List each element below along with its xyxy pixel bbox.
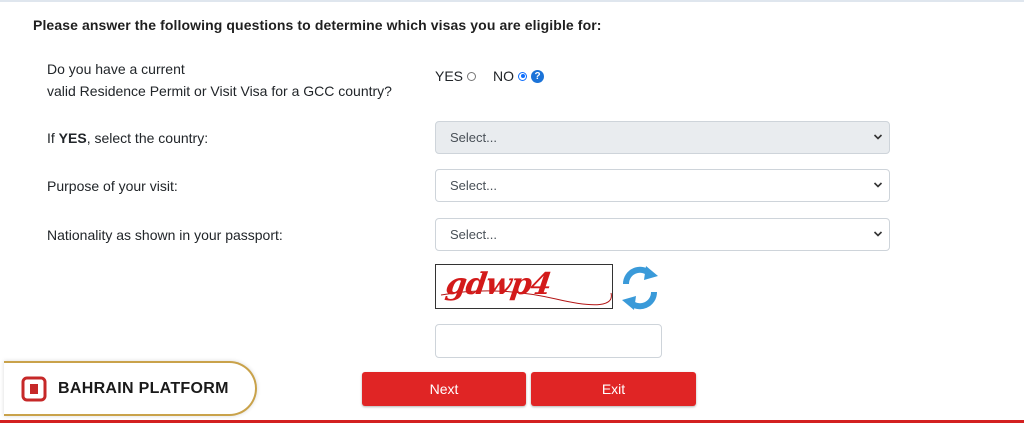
- gcc-question-label: Do you have a current valid Residence Pe…: [47, 58, 392, 102]
- no-label: NO: [493, 68, 515, 84]
- gcc-question-line1: Do you have a current: [47, 61, 185, 77]
- purpose-label: Purpose of your visit:: [47, 178, 178, 194]
- nationality-select-value: Select...: [450, 227, 497, 242]
- top-divider: [0, 0, 1024, 2]
- yes-radio[interactable]: [467, 71, 477, 81]
- nationality-label: Nationality as shown in your passport:: [47, 227, 283, 243]
- nationality-select[interactable]: Select...: [435, 218, 890, 251]
- branding-name: BAHRAIN PLATFORM: [58, 379, 229, 397]
- purpose-select-value: Select...: [450, 178, 497, 193]
- country-select-value: Select...: [450, 130, 497, 145]
- yes-label: YES: [435, 68, 464, 84]
- country-label: If YES, select the country:: [47, 127, 208, 149]
- country-label-prefix: If: [47, 130, 59, 146]
- captcha-text: gdwp4: [443, 267, 554, 302]
- chevron-down-icon: [873, 231, 883, 237]
- country-label-bold: YES: [58, 130, 87, 146]
- country-select[interactable]: Select...: [435, 121, 890, 154]
- gcc-question-line2: valid Residence Permit or Visit Visa for…: [47, 83, 392, 99]
- chevron-down-icon: [873, 134, 883, 140]
- refresh-icon[interactable]: [620, 264, 660, 312]
- no-radio[interactable]: [518, 71, 528, 81]
- captcha-input[interactable]: [435, 324, 662, 358]
- purpose-select[interactable]: Select...: [435, 169, 890, 202]
- bahrain-platform-logo-icon: [21, 376, 47, 401]
- next-button[interactable]: Next: [362, 372, 526, 406]
- branding-badge: BAHRAIN PLATFORM: [4, 361, 257, 416]
- form-heading: Please answer the following questions to…: [33, 17, 602, 33]
- country-label-suffix: , select the country:: [86, 130, 209, 146]
- captcha-image: gdwp4: [435, 264, 613, 309]
- chevron-down-icon: [873, 182, 883, 188]
- exit-button[interactable]: Exit: [531, 372, 696, 406]
- help-icon[interactable]: ?: [531, 69, 545, 83]
- gcc-radio-group: YES NO ?: [435, 68, 545, 84]
